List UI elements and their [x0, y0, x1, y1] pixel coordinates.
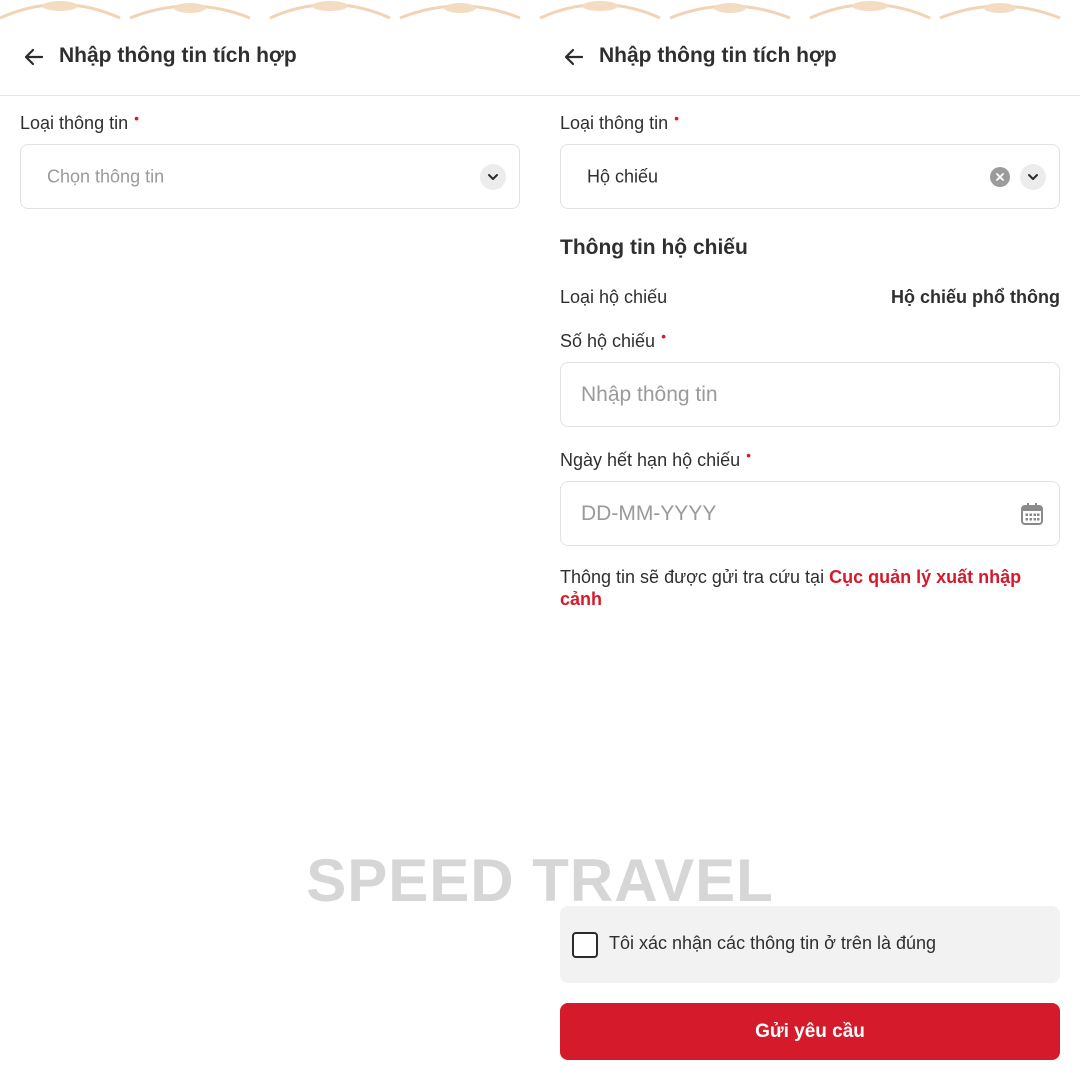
chevron-down-icon[interactable] [480, 163, 506, 190]
info-type-label: Loại thông tin • [560, 110, 679, 134]
watermark-text: SPEED TRAVEL [306, 847, 774, 914]
clear-icon[interactable] [990, 166, 1010, 187]
required-mark: • [134, 110, 139, 126]
passport-number-placeholder: Nhập thông tin [581, 382, 718, 406]
passport-number-label: Số hộ chiếu • [560, 328, 666, 352]
expiry-date-placeholder: DD-MM-YYYY [581, 501, 717, 525]
left-screen: Nhập thông tin tích hợp Loại thông tin • … [0, 20, 540, 1080]
passport-section-title: Thông tin hộ chiếu [560, 236, 748, 259]
info-type-label-text: Loại thông tin [20, 113, 129, 133]
header-divider [540, 95, 1080, 96]
info-type-select[interactable]: Hộ chiếu [560, 144, 1060, 209]
submit-request-button[interactable]: Gửi yêu cầu [560, 1003, 1060, 1060]
required-mark: • [746, 447, 752, 463]
expiry-date-input[interactable]: DD-MM-YYYY [560, 481, 1060, 546]
info-type-label: Loại thông tin • [20, 110, 139, 134]
notice-text: Thông tin sẽ được gửi tra cứu tại [560, 567, 830, 587]
header-divider [0, 95, 540, 96]
passport-type-label: Loại hộ chiếu [560, 287, 668, 307]
chevron-down-icon[interactable] [1020, 163, 1046, 190]
expiry-date-label-text: Ngày hết hạn hộ chiếu [560, 450, 741, 470]
info-type-label-text: Loại thông tin [560, 113, 669, 133]
lookup-notice: Thông tin sẽ được gửi tra cứu tại Cục qu… [560, 566, 1060, 610]
confirm-checkbox[interactable] [572, 932, 598, 958]
confirm-checkbox-row[interactable]: Tôi xác nhận các thông tin ở trên là đún… [560, 906, 1060, 983]
confirm-label: Tôi xác nhận các thông tin ở trên là đún… [609, 933, 937, 953]
required-mark: • [661, 328, 666, 344]
info-type-select[interactable]: Chọn thông tin [20, 144, 520, 209]
info-type-value: Hộ chiếu [587, 166, 659, 186]
info-type-placeholder: Chọn thông tin [47, 166, 165, 186]
page-header: Nhập thông tin tích hợp [540, 36, 1080, 78]
passport-number-label-text: Số hộ chiếu [560, 331, 656, 351]
page-title: Nhập thông tin tích hợp [599, 44, 837, 67]
page-title: Nhập thông tin tích hợp [59, 44, 297, 67]
back-arrow-icon[interactable] [22, 45, 46, 69]
right-screen: Nhập thông tin tích hợp Loại thông tin • … [540, 20, 1080, 1080]
expiry-date-label: Ngày hết hạn hộ chiếu • [560, 447, 752, 471]
back-arrow-icon[interactable] [562, 45, 586, 69]
calendar-icon[interactable] [1020, 502, 1044, 526]
passport-type-value: Hộ chiếu phổ thông [891, 287, 1060, 307]
passport-number-input[interactable]: Nhập thông tin [560, 362, 1060, 427]
page-header: Nhập thông tin tích hợp [0, 36, 540, 78]
required-mark: • [674, 110, 679, 126]
header-decoration-pattern [0, 0, 1080, 20]
